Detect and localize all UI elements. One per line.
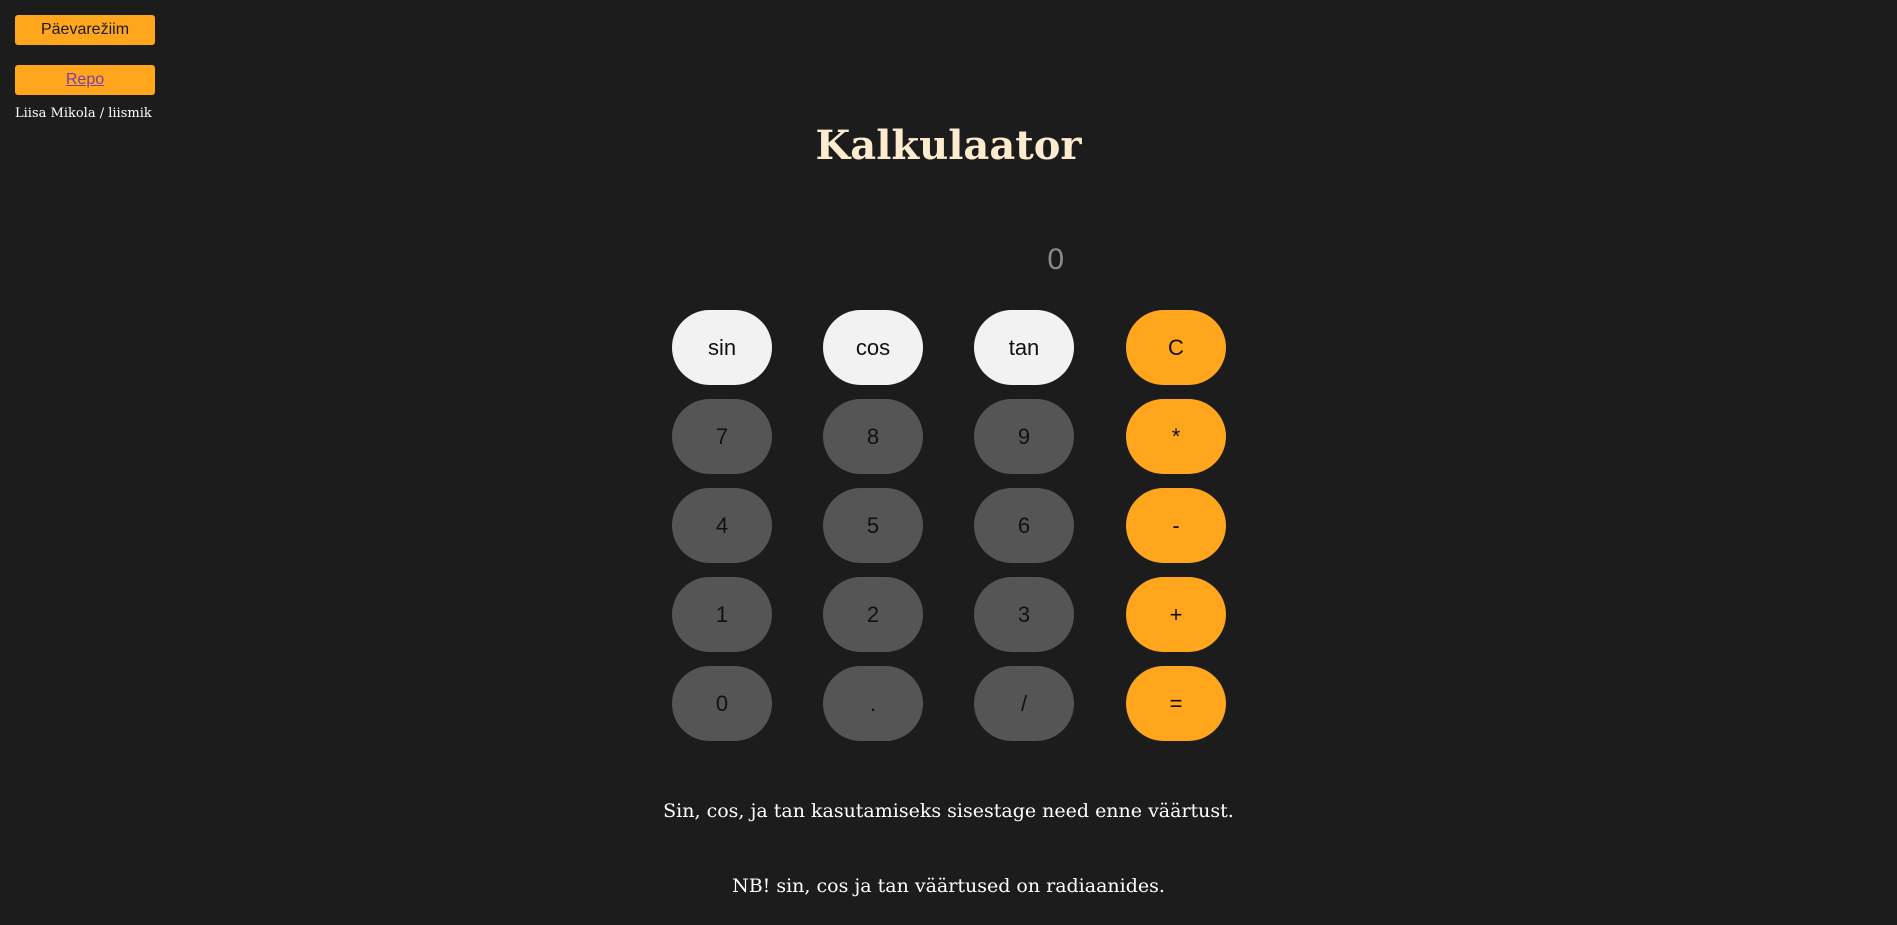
calculator-display: 0 — [1047, 243, 1064, 276]
divide-button[interactable]: / — [974, 666, 1074, 741]
digit-5-button[interactable]: 5 — [823, 488, 923, 563]
digit-8-button[interactable]: 8 — [823, 399, 923, 474]
digit-3-button[interactable]: 3 — [974, 577, 1074, 652]
author-credit: Liisa Mikola / liismik — [15, 106, 152, 121]
digit-1-button[interactable]: 1 — [672, 577, 772, 652]
page-title: Kalkulaator — [815, 122, 1082, 169]
subtract-button[interactable]: - — [1126, 488, 1226, 563]
sin-button[interactable]: sin — [672, 310, 772, 385]
clear-button[interactable]: C — [1126, 310, 1226, 385]
digit-2-button[interactable]: 2 — [823, 577, 923, 652]
digit-0-button[interactable]: 0 — [672, 666, 772, 741]
digit-7-button[interactable]: 7 — [672, 399, 772, 474]
radians-note: NB! sin, cos ja tan väärtused on radiaan… — [732, 875, 1165, 897]
add-button[interactable]: + — [1126, 577, 1226, 652]
repo-link-label[interactable]: Repo — [66, 71, 104, 89]
repo-link-button[interactable]: Repo — [15, 65, 155, 95]
usage-note: Sin, cos, ja tan kasutamiseks sisestage … — [663, 800, 1234, 822]
day-mode-button[interactable]: Päevarežiim — [15, 15, 155, 45]
tan-button[interactable]: tan — [974, 310, 1074, 385]
decimal-point-button[interactable]: . — [823, 666, 923, 741]
multiply-button[interactable]: * — [1126, 399, 1226, 474]
digit-9-button[interactable]: 9 — [974, 399, 1074, 474]
digit-4-button[interactable]: 4 — [672, 488, 772, 563]
digit-6-button[interactable]: 6 — [974, 488, 1074, 563]
equals-button[interactable]: = — [1126, 666, 1226, 741]
cos-button[interactable]: cos — [823, 310, 923, 385]
